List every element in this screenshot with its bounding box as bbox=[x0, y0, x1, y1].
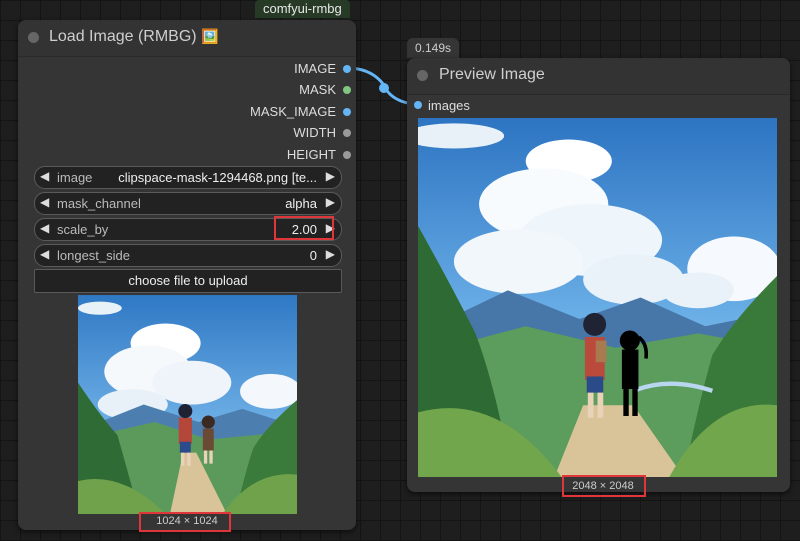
arrow-right-icon[interactable]: ▶ bbox=[326, 169, 335, 183]
arrow-right-icon[interactable]: ▶ bbox=[326, 195, 335, 209]
execution-time-badge: 0.149s bbox=[407, 38, 460, 58]
mask-channel-widget[interactable]: ◀ mask_channel alpha ▶ bbox=[34, 192, 342, 215]
output-image-slot[interactable] bbox=[343, 65, 351, 73]
output-width-label: WIDTH bbox=[293, 125, 336, 140]
output-mask-image-label: MASK_IMAGE bbox=[250, 104, 336, 119]
picture-emoji-icon: 🖼️ bbox=[201, 28, 219, 44]
output-width-slot[interactable] bbox=[343, 129, 351, 137]
widget-label: longest_side bbox=[57, 248, 130, 263]
image-combo-widget[interactable]: ◀ image clipspace-mask-1294468.png [te..… bbox=[34, 166, 342, 189]
longest-side-widget[interactable]: ◀ longest_side 0 ▶ bbox=[34, 244, 342, 267]
arrow-right-icon[interactable]: ▶ bbox=[326, 247, 335, 261]
widget-label: mask_channel bbox=[57, 196, 141, 211]
arrow-left-icon[interactable]: ◀ bbox=[40, 169, 49, 183]
input-images-slot[interactable] bbox=[414, 101, 422, 109]
arrow-left-icon[interactable]: ◀ bbox=[40, 221, 49, 235]
loaded-image-thumbnail bbox=[78, 295, 297, 514]
input-images-label: images bbox=[428, 98, 470, 113]
output-height-slot[interactable] bbox=[343, 151, 351, 159]
group-tag: comfyui-rmbg bbox=[255, 0, 350, 18]
load-image-node[interactable]: Load Image (RMBG) 🖼️ IMAGE MASK MASK_IMA… bbox=[18, 20, 356, 532]
node-title: Preview Image bbox=[439, 66, 545, 83]
output-height-label: HEIGHT bbox=[286, 147, 336, 162]
arrow-left-icon[interactable]: ◀ bbox=[40, 195, 49, 209]
widget-value: alpha bbox=[285, 196, 317, 211]
choose-file-button[interactable]: choose file to upload bbox=[34, 269, 342, 293]
highlight-scale-value bbox=[274, 216, 334, 240]
widget-label: scale_by bbox=[57, 222, 109, 237]
output-mask-label: MASK bbox=[299, 82, 336, 97]
preview-output-image bbox=[418, 118, 777, 477]
node-title: Load Image (RMBG) 🖼️ bbox=[49, 28, 219, 45]
preview-image-header[interactable]: Preview Image bbox=[407, 58, 790, 95]
collapse-dot-icon[interactable] bbox=[28, 32, 39, 43]
widget-label: image bbox=[57, 170, 93, 185]
output-mask-image-slot[interactable] bbox=[343, 108, 351, 116]
output-image-label: IMAGE bbox=[294, 61, 336, 76]
load-image-header[interactable]: Load Image (RMBG) 🖼️ bbox=[18, 20, 356, 57]
output-mask-slot[interactable] bbox=[343, 86, 351, 94]
highlight-output-dimensions bbox=[562, 475, 646, 497]
preview-image-node[interactable]: Preview Image images 2048 × 2048 bbox=[407, 58, 790, 497]
widget-value: clipspace-mask-1294468.png [te... bbox=[118, 170, 317, 185]
collapse-dot-icon[interactable] bbox=[417, 70, 428, 81]
widget-value: 0 bbox=[309, 248, 317, 263]
highlight-input-dimensions bbox=[139, 512, 231, 532]
arrow-left-icon[interactable]: ◀ bbox=[40, 247, 49, 261]
